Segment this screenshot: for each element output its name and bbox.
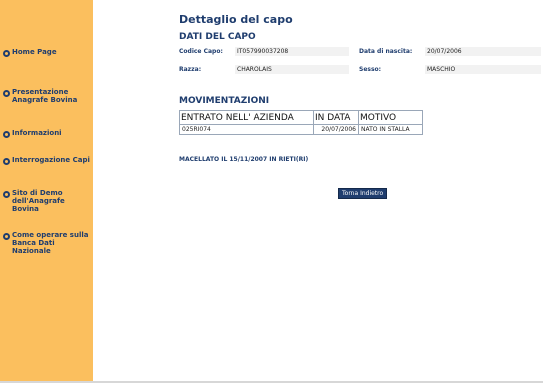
column-header: IN DATA [313,110,359,125]
bullet-icon [3,131,10,138]
sidebar-item-label: Sito di Demo dell'Anagrafe Bovina [12,189,65,213]
table-cell: NATO IN STALLA [358,124,423,135]
bullet-icon [3,191,10,198]
codice-capo-value: IT057990037208 [235,47,349,56]
bullet-icon [3,50,10,57]
data-nascita-value: 20/07/2006 [425,47,541,56]
table-cell: 025RI074 [179,124,314,135]
sidebar-item-label: Home Page [12,48,57,56]
data-nascita-label: Data di nascita: [359,48,413,55]
movimentazioni-title: MOVIMENTAZIONI [179,96,270,106]
razza-value: CHAROLAIS [235,65,349,74]
sesso-label: Sesso: [359,66,382,73]
bullet-icon [3,158,10,165]
back-button[interactable]: Torna Indietro [338,188,388,199]
column-header: MOTIVO [358,110,423,125]
sidebar-item-interrogazione-capi[interactable]: Interrogazione Capi [3,156,91,165]
codice-capo-label: Codice Capo: [179,48,223,55]
page-title: Dettaglio del capo [179,13,293,26]
table-header-row: ENTRATO NELL' AZIENDA IN DATA MOTIVO [179,110,423,125]
sidebar-item-sito-demo[interactable]: Sito di Demo dell'Anagrafe Bovina [3,189,91,213]
sidebar-item-informazioni[interactable]: Informazioni [3,129,91,138]
main-content: Dettaglio del capo DATI DEL CAPO Codice … [93,0,543,383]
sidebar-item-label: Interrogazione Capi [12,156,90,164]
sesso-value: MASCHIO [425,65,541,74]
slaughter-note: MACELLATO IL 15/11/2007 IN RIETI(RI) [179,156,309,163]
column-header: ENTRATO NELL' AZIENDA [179,110,314,125]
dati-section-title: DATI DEL CAPO [179,32,256,42]
sidebar-item-come-operare[interactable]: Come operare sulla Banca Dati Nazionale [3,231,91,255]
sidebar-item-label: Come operare sulla Banca Dati Nazionale [12,231,89,255]
sidebar-item-label: Informazioni [12,129,62,137]
movimentazioni-table: ENTRATO NELL' AZIENDA IN DATA MOTIVO 025… [179,110,423,135]
bullet-icon [3,90,10,97]
table-cell: 20/07/2006 [313,124,359,135]
sidebar: Home Page Presentazione Anagrafe Bovina … [0,0,93,383]
sidebar-item-presentazione[interactable]: Presentazione Anagrafe Bovina [3,88,91,104]
sidebar-item-home-page[interactable]: Home Page [3,48,91,57]
table-row: 025RI074 20/07/2006 NATO IN STALLA [179,124,423,135]
razza-label: Razza: [179,66,202,73]
sidebar-item-label: Presentazione Anagrafe Bovina [12,88,78,104]
bullet-icon [3,233,10,240]
